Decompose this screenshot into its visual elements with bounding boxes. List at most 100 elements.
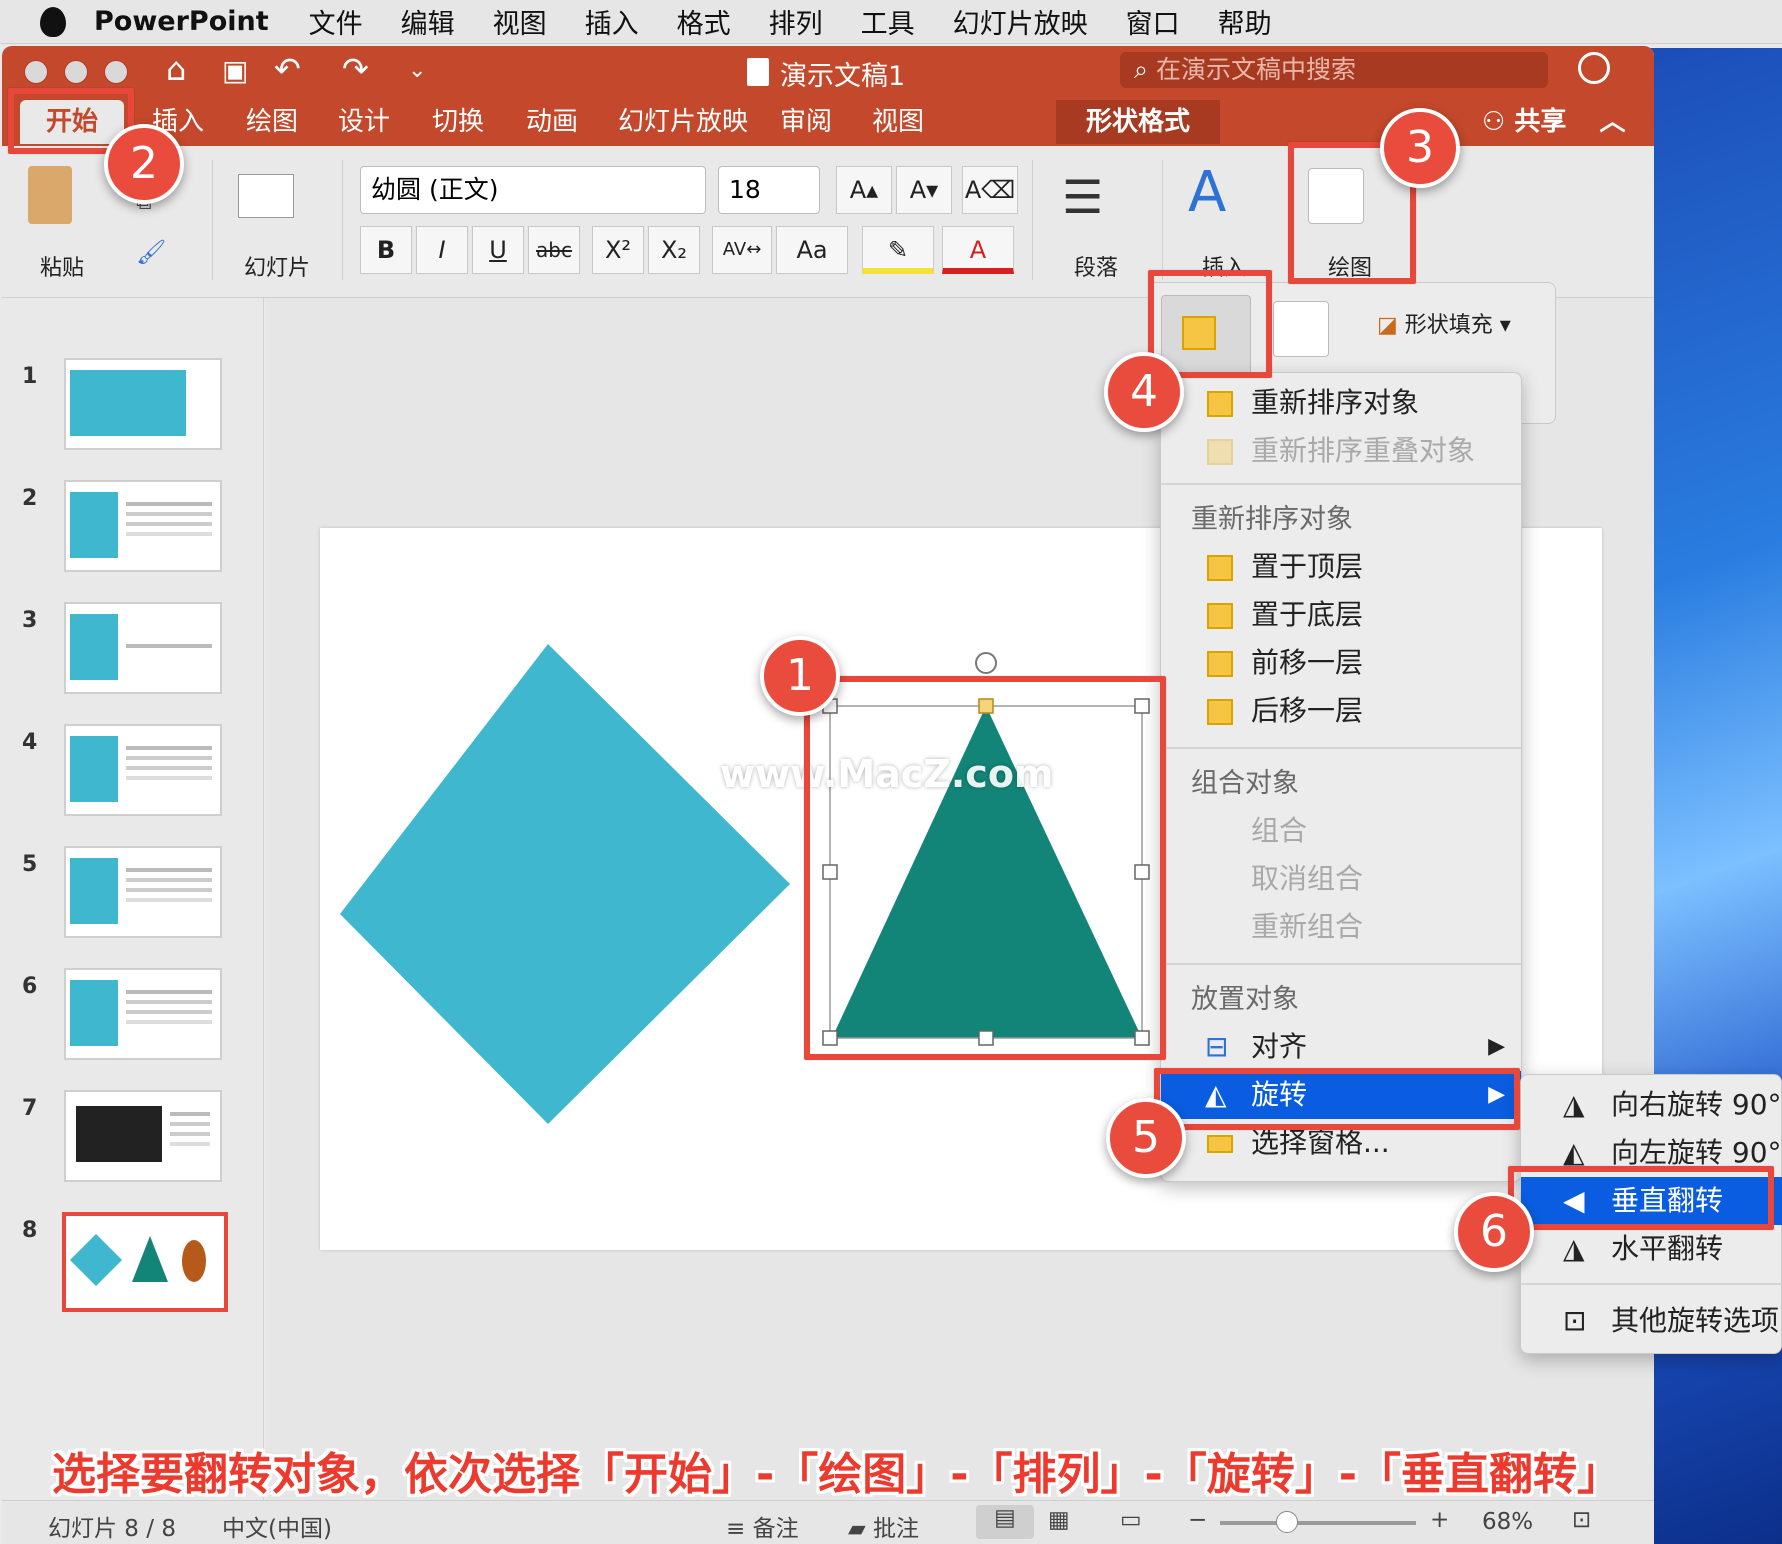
ribbon-separator bbox=[1032, 160, 1033, 280]
slide-thumbnail-8[interactable] bbox=[62, 1212, 228, 1312]
thumbnail-number: 4 bbox=[22, 730, 38, 755]
presentation-view-icon[interactable]: ▭ bbox=[1120, 1507, 1142, 1533]
italic-button[interactable]: I bbox=[416, 226, 468, 274]
shape-fill-label: 形状填充 bbox=[1404, 313, 1493, 338]
rotate-right-item[interactable]: ◮ 向右旋转 90° bbox=[1521, 1081, 1782, 1129]
app-menu[interactable]: PowerPoint bbox=[94, 6, 269, 37]
collapse-ribbon-icon[interactable]: ︿ bbox=[1599, 107, 1625, 137]
highlight-triangle bbox=[804, 676, 1166, 1060]
apple-icon[interactable] bbox=[40, 6, 66, 37]
menu-view[interactable]: 视图 bbox=[493, 2, 547, 41]
tab-animations[interactable]: 动画 bbox=[526, 100, 578, 144]
subscript-button[interactable]: X₂ bbox=[648, 226, 700, 274]
underline-button[interactable]: U bbox=[472, 226, 524, 274]
align-icon: ⊟ bbox=[1205, 1030, 1229, 1063]
thumbnail-number: 7 bbox=[22, 1096, 38, 1121]
flip-horizontal-icon: ◮ bbox=[1563, 1232, 1585, 1265]
zoom-in-icon[interactable]: + bbox=[1430, 1507, 1449, 1533]
zoom-window-button[interactable] bbox=[104, 60, 128, 84]
tab-view[interactable]: 视图 bbox=[872, 100, 924, 144]
bring-to-front-item[interactable]: 置于顶层 bbox=[1161, 543, 1521, 591]
character-spacing-icon[interactable]: AV↔ bbox=[712, 226, 772, 274]
font-name-select[interactable]: 幼圆 (正文) bbox=[360, 166, 706, 214]
more-rotation-options-item[interactable]: ⊡ 其他旋转选项 bbox=[1521, 1297, 1782, 1345]
bold-button[interactable]: B bbox=[360, 226, 412, 274]
step-badge-3: 3 bbox=[1380, 108, 1460, 188]
minimize-window-button[interactable] bbox=[64, 60, 88, 84]
thumbnail-number: 8 bbox=[22, 1218, 38, 1243]
slide-thumbnail-3[interactable] bbox=[64, 602, 222, 694]
superscript-button[interactable]: X² bbox=[592, 226, 644, 274]
search-field[interactable]: ⌕ 在演示文稿中搜索 bbox=[1120, 52, 1548, 88]
slide-thumbnail-2[interactable] bbox=[64, 480, 222, 572]
home-icon[interactable]: ⌂ bbox=[166, 50, 186, 88]
font-color-icon[interactable]: A bbox=[942, 226, 1014, 274]
slide-thumbnail-4[interactable] bbox=[64, 724, 222, 816]
menu-divider bbox=[1161, 963, 1521, 965]
align-item[interactable]: ⊟ 对齐 ▶ bbox=[1161, 1023, 1521, 1071]
clear-format-icon[interactable]: A⌫ bbox=[962, 166, 1018, 214]
notes-button[interactable]: ≡ 备注 bbox=[726, 1509, 799, 1543]
menu-format[interactable]: 格式 bbox=[677, 2, 731, 41]
submenu-arrow-icon: ▶ bbox=[1488, 1034, 1505, 1059]
thumbnail-number: 2 bbox=[22, 486, 38, 511]
tab-design[interactable]: 设计 bbox=[338, 100, 390, 144]
zoom-slider[interactable] bbox=[1220, 1521, 1416, 1525]
status-bar: 幻灯片 8 / 8 中文(中国) ≡ 备注 ▰ 批注 ▤ ▦ ▭ − + 68%… bbox=[2, 1500, 1654, 1544]
close-window-button[interactable] bbox=[24, 60, 48, 84]
menu-window[interactable]: 窗口 bbox=[1126, 2, 1180, 41]
reorder-icon bbox=[1207, 391, 1233, 417]
slide-thumbnail-7[interactable] bbox=[64, 1090, 222, 1182]
insert-textbox-icon[interactable]: A bbox=[1188, 160, 1226, 225]
save-icon[interactable]: ▣ bbox=[222, 54, 248, 87]
tab-shape-format[interactable]: 形状格式 bbox=[1056, 100, 1220, 144]
rotate-right-icon: ◮ bbox=[1563, 1088, 1585, 1121]
slide-thumbnail-6[interactable] bbox=[64, 968, 222, 1060]
language-indicator[interactable]: 中文(中国) bbox=[222, 1509, 332, 1543]
change-case-icon[interactable]: Aa bbox=[776, 226, 848, 274]
tab-transitions[interactable]: 切换 bbox=[432, 100, 484, 144]
send-backward-item[interactable]: 后移一层 bbox=[1161, 687, 1521, 735]
format-painter-icon[interactable]: 🖌 bbox=[136, 238, 166, 266]
menu-tools[interactable]: 工具 bbox=[861, 2, 915, 41]
decrease-font-icon[interactable]: A▾ bbox=[896, 166, 952, 214]
undo-icon[interactable]: ↶ bbox=[274, 50, 301, 88]
fit-slide-icon[interactable]: ⊡ bbox=[1572, 1507, 1591, 1533]
comments-button[interactable]: ▰ 批注 bbox=[848, 1509, 919, 1543]
tab-slideshow[interactable]: 幻灯片放映 bbox=[618, 100, 748, 144]
send-to-back-item[interactable]: 置于底层 bbox=[1161, 591, 1521, 639]
font-size-select[interactable]: 18 bbox=[718, 166, 820, 214]
normal-view-icon[interactable]: ▤ bbox=[976, 1505, 1034, 1539]
paste-icon[interactable] bbox=[28, 166, 72, 224]
slide-sorter-icon[interactable]: ▦ bbox=[1048, 1507, 1070, 1533]
paragraph-icon[interactable]: ☰ bbox=[1062, 170, 1103, 224]
menu-slideshow[interactable]: 幻灯片放映 bbox=[953, 2, 1088, 41]
bring-forward-item[interactable]: 前移一层 bbox=[1161, 639, 1521, 687]
highlight-icon[interactable]: ✎ bbox=[862, 226, 934, 274]
new-slide-icon[interactable] bbox=[238, 174, 294, 218]
menu-file[interactable]: 文件 bbox=[309, 2, 363, 41]
menu-insert[interactable]: 插入 bbox=[585, 2, 639, 41]
menu-edit[interactable]: 编辑 bbox=[401, 2, 455, 41]
flip-horizontal-item[interactable]: ◮ 水平翻转 bbox=[1521, 1225, 1782, 1273]
menu-arrange[interactable]: 排列 bbox=[769, 2, 823, 41]
slide-thumbnail-5[interactable] bbox=[64, 846, 222, 938]
reorder-objects-item[interactable]: 重新排序对象 bbox=[1161, 379, 1521, 427]
slides-label: 幻灯片 bbox=[244, 256, 311, 281]
slide-thumbnail-1[interactable] bbox=[64, 358, 222, 450]
zoom-out-icon[interactable]: − bbox=[1188, 1507, 1207, 1533]
zoom-slider-thumb[interactable] bbox=[1276, 1511, 1298, 1533]
feedback-smiley-icon[interactable] bbox=[1578, 52, 1610, 84]
search-placeholder: 在演示文稿中搜索 bbox=[1155, 55, 1356, 84]
share-button[interactable]: ⚇ 共享 ︿ bbox=[1482, 100, 1625, 144]
shape-style-icon[interactable] bbox=[1273, 301, 1329, 357]
strikethrough-button[interactable]: abc bbox=[528, 226, 580, 274]
increase-font-icon[interactable]: A▴ bbox=[836, 166, 892, 214]
shape-fill-button[interactable]: ◪ 形状填充 ▾ bbox=[1377, 307, 1511, 339]
customize-toolbar-icon[interactable]: ⌄ bbox=[408, 58, 426, 83]
redo-icon[interactable]: ↷ bbox=[342, 50, 369, 88]
zoom-level[interactable]: 68% bbox=[1482, 1509, 1533, 1535]
menu-help[interactable]: 帮助 bbox=[1218, 2, 1272, 41]
tab-review[interactable]: 审阅 bbox=[780, 100, 832, 144]
tab-draw[interactable]: 绘图 bbox=[246, 100, 298, 144]
